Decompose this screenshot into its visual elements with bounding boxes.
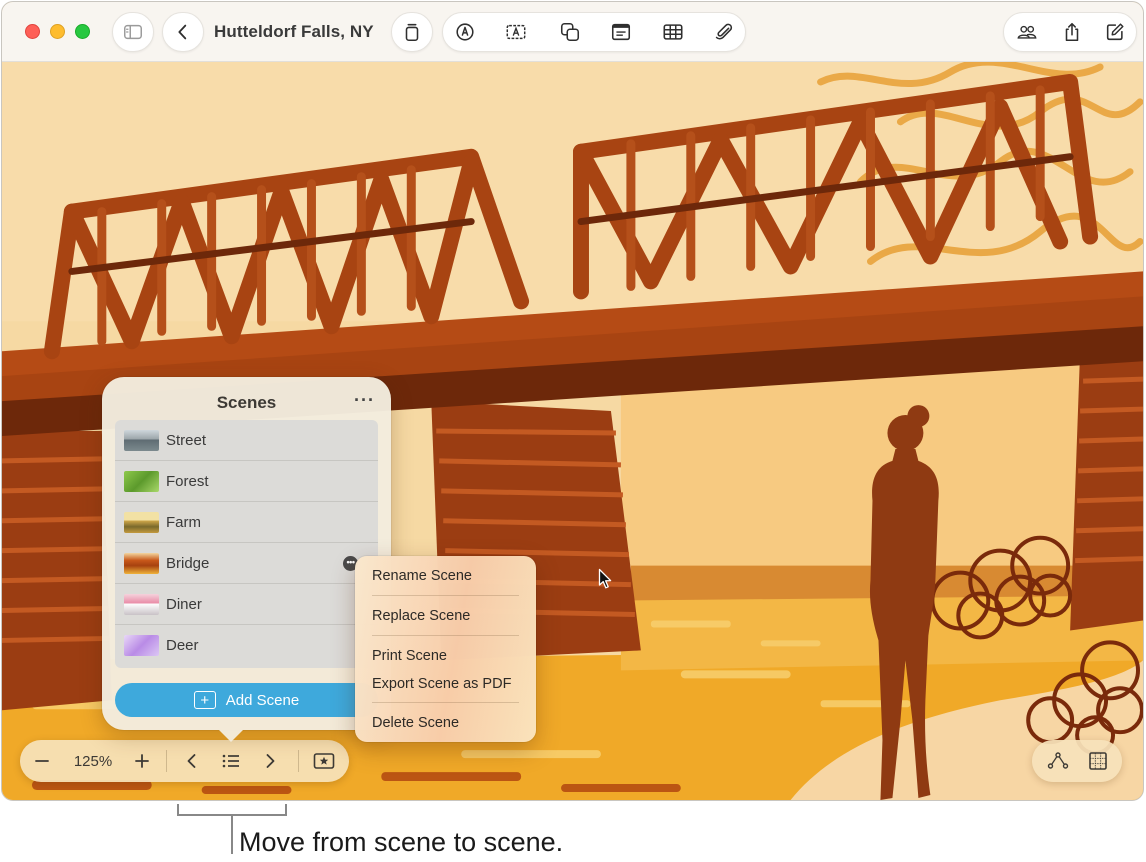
callout-leader [231,814,233,854]
replace-scene-menu-item[interactable]: Replace Scene [372,608,470,624]
callout-bracket [285,804,287,816]
grid-view-button[interactable] [1084,740,1112,782]
back-group [162,12,204,52]
text-box-button[interactable] [496,13,536,51]
back-chevron-icon [178,24,187,40]
zoom-window-button[interactable] [75,24,90,39]
scene-label: Farm [166,514,201,531]
attachment-button[interactable] [704,13,744,51]
pages-button[interactable] [392,13,432,51]
scene-star-icon [313,753,335,769]
connection-nodes-icon [1047,752,1069,769]
print-scene-menu-item[interactable]: Print Scene [372,648,447,664]
shapes-button[interactable] [550,13,590,51]
view-options-group [1032,740,1122,782]
zoom-in-button[interactable] [128,740,156,782]
zoom-value: 125% [73,752,113,770]
right-tools-group [1003,12,1137,52]
next-scene-button[interactable] [256,740,284,782]
document-title: Hutteldorf Falls, NY [214,22,374,41]
menu-divider [372,635,519,636]
grid-icon [1089,752,1107,770]
scenes-list-button[interactable] [217,740,245,782]
scene-item-deer[interactable]: Deer [115,625,378,666]
media-icon [611,23,631,41]
scene-thumbnail-forest [124,471,159,492]
rename-scene-menu-item[interactable]: Rename Scene [372,568,472,584]
scene-label: Bridge [166,555,210,572]
text-box-icon [506,24,526,40]
scenes-panel: Scenes ··· Street Forest Farm Bridge •••… [102,377,391,730]
sidebar-toggle-group [112,12,154,52]
compose-button[interactable] [1095,13,1135,51]
minus-icon [35,760,49,762]
previous-scene-button[interactable] [178,740,206,782]
scene-context-menu: Rename Scene Replace Scene Print Scene E… [355,556,536,742]
scene-navigation-bar: 125% [20,740,349,782]
media-button[interactable] [601,13,641,51]
scenes-panel-title: Scenes [216,393,277,412]
zoom-level[interactable]: 125% [64,740,122,782]
pen-tool-button[interactable] [445,13,485,51]
chevron-right-icon [266,754,275,768]
plus-icon [135,754,149,768]
callout-caption: Move from scene to scene. [239,827,564,857]
scene-thumbnail-deer [124,635,159,656]
scene-item-diner[interactable]: Diner [115,584,378,625]
scene-item-farm[interactable]: Farm [115,502,378,543]
title-bar: Hutteldorf Falls, NY [2,2,1143,62]
insert-tools-group [442,12,746,52]
collaborate-icon [1017,25,1037,39]
delete-scene-menu-item[interactable]: Delete Scene [372,715,459,731]
table-icon [663,24,683,40]
scenes-more-button[interactable]: ··· [354,390,375,411]
export-scene-pdf-menu-item[interactable]: Export Scene as PDF [372,676,511,692]
sidebar-toggle-button[interactable] [113,13,153,51]
nav-divider [166,750,167,772]
pen-icon [456,23,474,41]
add-scene-quick-button[interactable] [310,740,338,782]
connection-lines-button[interactable] [1044,740,1072,782]
compose-icon [1106,23,1124,41]
pages-group [391,12,433,52]
minimize-window-button[interactable] [50,24,65,39]
scene-thumbnail-farm [124,512,159,533]
scene-thumbnail-street [124,430,159,451]
scenes-panel-pointer [219,730,243,742]
scene-thumbnail-bridge [124,553,159,574]
scene-item-bridge[interactable]: Bridge ••• [115,543,378,584]
menu-divider [372,595,519,596]
scene-item-forest[interactable]: Forest [115,461,378,502]
table-button[interactable] [653,13,693,51]
sidebar-icon [124,24,142,40]
back-button[interactable] [163,13,203,51]
share-icon [1065,22,1079,42]
list-icon [222,754,239,768]
menu-divider [372,702,519,703]
share-button[interactable] [1052,13,1092,51]
add-scene-button[interactable]: + Add Scene [115,683,378,717]
collaborate-button[interactable] [1007,13,1047,51]
pages-icon [405,23,419,42]
shapes-icon [560,22,580,42]
close-window-button[interactable] [25,24,40,39]
scene-item-street[interactable]: Street [115,420,378,461]
scene-label: Street [166,432,207,449]
add-scene-icon: + [193,691,216,709]
zoom-out-button[interactable] [28,740,56,782]
scene-list: Street Forest Farm Bridge ••• Diner Deer [115,420,378,668]
scene-label: Deer [166,637,199,654]
nav-divider [298,750,299,772]
chevron-left-icon [187,754,196,768]
scene-label: Diner [166,596,202,613]
attachment-icon [715,23,733,40]
scene-thumbnail-diner [124,594,159,615]
mouse-pointer-icon [598,568,612,589]
scene-label: Forest [166,473,209,490]
add-scene-label: Add Scene [225,691,300,709]
